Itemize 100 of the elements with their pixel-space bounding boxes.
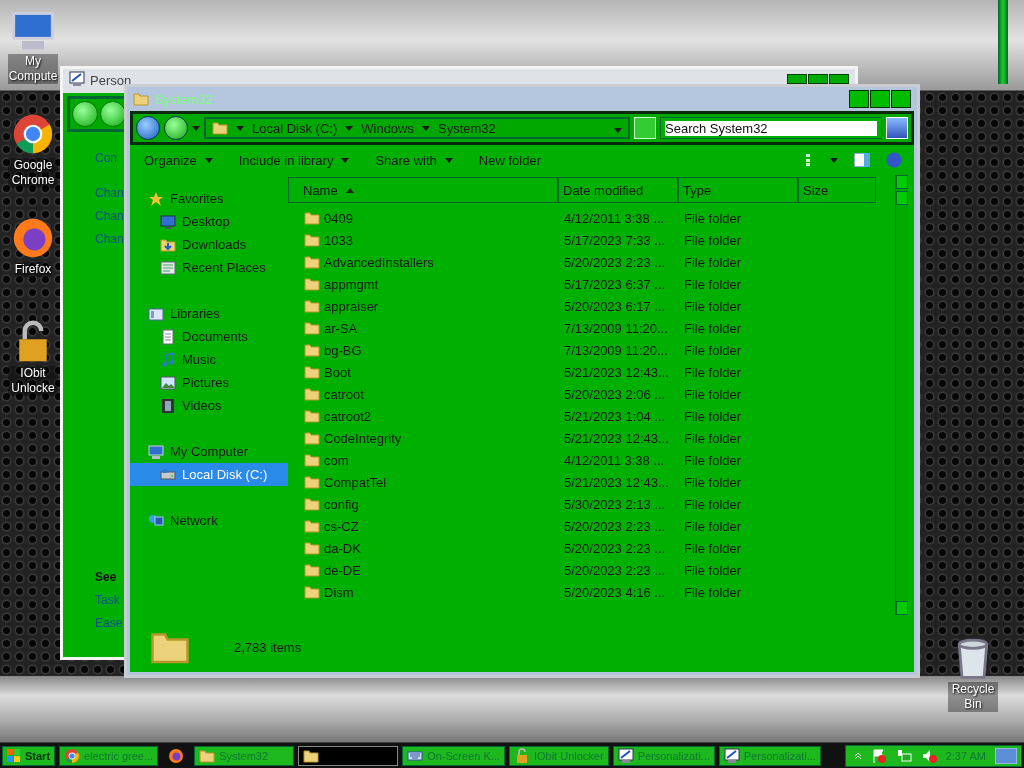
preview-pane-icon[interactable]: [854, 153, 870, 167]
file-row[interactable]: 0409 4/12/2011 3:38 ... File folder: [288, 207, 914, 229]
nav-item[interactable]: Music: [130, 348, 288, 371]
file-row[interactable]: catroot 5/20/2023 2:06 ... File folder: [288, 383, 914, 405]
show-hidden-icons-icon[interactable]: [853, 751, 862, 760]
file-row[interactable]: 1033 5/17/2023 7:33 ... File folder: [288, 229, 914, 251]
nav-item[interactable]: Documents: [130, 325, 288, 348]
date-cell-text: 5/21/2023 12:43...: [563, 430, 670, 446]
download-folder-icon: [160, 236, 176, 253]
date-cell-text: 5/21/2023 1:04 ...: [563, 408, 667, 424]
nav-item[interactable]: Favorites: [130, 187, 288, 210]
file-row[interactable]: AdvancedInstallers 5/20/2023 2:23 ... File folder: [288, 251, 914, 273]
nav-item[interactable]: My Computer: [130, 440, 288, 463]
folder-icon: [304, 342, 320, 358]
folder-icon: [133, 91, 149, 107]
nav-item[interactable]: Downloads: [130, 233, 288, 256]
file-row[interactable]: appraiser 5/20/2023 6:17 ... File folder: [288, 295, 914, 317]
see-also-heading: See: [95, 569, 117, 586]
file-row[interactable]: cs-CZ 5/20/2023 2:23 ... File folder: [288, 515, 914, 537]
file-row[interactable]: CodeIntegrity 5/21/2023 12:43... File folder: [288, 427, 914, 449]
nav-item[interactable]: Recent Places: [130, 256, 288, 279]
date-cell-text: 5/20/2023 4:16 ...: [563, 584, 667, 600]
back-button[interactable]: [72, 101, 98, 127]
firefox-icon: [11, 216, 55, 260]
folder-icon: [304, 474, 320, 490]
views-button[interactable]: [806, 154, 838, 166]
date-cell-text: 5/20/2023 2:06 ...: [563, 386, 667, 402]
column-header[interactable]: Name: [288, 177, 558, 203]
maximize-button[interactable]: [870, 90, 890, 108]
file-name: catroot2: [324, 408, 371, 424]
file-name: CodeIntegrity: [324, 430, 402, 446]
toolbar-button[interactable]: Organize: [142, 150, 215, 170]
chrome-icon: [64, 747, 81, 764]
folder-icon: [199, 747, 216, 764]
back-button[interactable]: [136, 116, 160, 140]
desktop-icon-label[interactable]: IObit Unlocke: [8, 366, 58, 396]
address-bar[interactable]: Local Disk (C:) Windows System32: [204, 117, 630, 139]
scrollbar[interactable]: [895, 175, 908, 615]
type-cell-text: File folder: [683, 342, 743, 358]
file-row[interactable]: appmgmt 5/17/2023 6:37 ... File folder: [288, 273, 914, 295]
file-row[interactable]: Boot 5/21/2023 12:43... File folder: [288, 361, 914, 383]
date-cell-text: 5/20/2023 6:17 ...: [563, 298, 667, 314]
minimize-button[interactable]: [787, 74, 807, 84]
column-header[interactable]: Size: [798, 177, 876, 203]
history-caret-icon: [192, 125, 200, 131]
toolbar-button[interactable]: New folder: [476, 150, 543, 170]
help-icon[interactable]: [886, 152, 902, 168]
file-row[interactable]: CompatTel 5/21/2023 12:43... File folder: [288, 471, 914, 493]
folder-icon: [304, 364, 320, 380]
file-row[interactable]: Dism 5/20/2023 4:16 ... File folder: [288, 581, 914, 603]
type-cell-text: File folder: [683, 518, 743, 534]
network-status-icon[interactable]: [895, 747, 912, 764]
breadcrumb[interactable]: Local Disk (C:): [252, 120, 338, 136]
desktop-icon-label[interactable]: Google Chrome: [8, 158, 58, 188]
column-header[interactable]: Date modified: [558, 177, 678, 203]
forward-button[interactable]: [164, 116, 188, 140]
desktop-icon-label[interactable]: My Compute: [8, 54, 58, 84]
library-icon: [148, 305, 164, 322]
date-cell-text: 5/17/2023 6:37 ...: [563, 276, 667, 292]
breadcrumb[interactable]: System32: [438, 120, 496, 136]
caret-icon: [204, 157, 213, 163]
file-row[interactable]: de-DE 5/20/2023 2:23 ... File folder: [288, 559, 914, 581]
close-button[interactable]: [891, 90, 911, 108]
file-row[interactable]: catroot2 5/21/2023 1:04 ... File folder: [288, 405, 914, 427]
views-icon: [806, 154, 810, 166]
type-cell-text: File folder: [683, 408, 743, 424]
file-row[interactable]: ar-SA 7/13/2009 11:20... File folder: [288, 317, 914, 339]
type-cell-text: File folder: [683, 540, 743, 556]
nav-item[interactable]: Local Disk (C:): [130, 463, 288, 486]
nav-item[interactable]: Videos: [130, 394, 288, 417]
close-button[interactable]: [829, 74, 849, 84]
star-icon: [148, 190, 164, 207]
nav-item[interactable]: Network: [130, 509, 288, 532]
nav-item[interactable]: Libraries: [130, 302, 288, 325]
folder-icon: [304, 386, 320, 402]
minimize-button[interactable]: [849, 90, 869, 108]
start-button[interactable]: Start: [2, 745, 56, 766]
date-cell-text: 5/21/2023 12:43...: [563, 474, 670, 490]
toolbar-button[interactable]: Share with: [373, 150, 455, 170]
search-field[interactable]: Search System32: [660, 117, 882, 139]
folder-icon: [304, 232, 320, 248]
desktop-icon-label[interactable]: Firefox: [14, 262, 52, 277]
search-button[interactable]: [886, 117, 908, 139]
toolbar-button[interactable]: Include in library: [236, 150, 352, 170]
breadcrumb[interactable]: Windows: [361, 120, 414, 136]
file-name: de-DE: [324, 562, 361, 578]
file-row[interactable]: bg-BG 7/13/2009 11:20... File folder: [288, 339, 914, 361]
file-row[interactable]: config 5/30/2023 2:13 ... File folder: [288, 493, 914, 515]
nav-item[interactable]: Desktop: [130, 210, 288, 233]
file-row[interactable]: da-DK 5/20/2023 2:23 ... File folder: [288, 537, 914, 559]
nav-item[interactable]: Pictures: [130, 371, 288, 394]
desktop-icon-label[interactable]: Recycle Bin: [948, 682, 998, 712]
folder-icon: [304, 320, 320, 336]
forward-button[interactable]: [100, 101, 126, 127]
maximize-button[interactable]: [808, 74, 828, 84]
folder-icon: [304, 276, 320, 292]
taskbar-button[interactable]: [298, 745, 399, 766]
action-center-flag-icon[interactable]: [870, 747, 887, 764]
file-row[interactable]: com 4/12/2011 3:38 ... File folder: [288, 449, 914, 471]
column-header[interactable]: Type: [678, 177, 798, 203]
